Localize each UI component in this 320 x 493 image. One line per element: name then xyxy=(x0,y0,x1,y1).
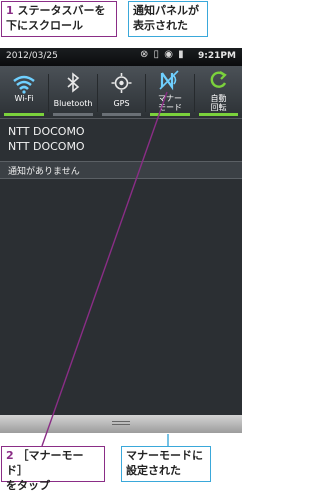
toggle-wifi-label: Wi-Fi xyxy=(14,94,34,103)
toggle-wifi[interactable]: Wi-Fi xyxy=(0,66,48,118)
toggle-bluetooth-label: Bluetooth xyxy=(53,99,93,108)
step2-callout: 2 ［マナーモード］ をタップ xyxy=(1,446,105,492)
silent-mode-icon xyxy=(146,69,194,91)
step2-number: 2 xyxy=(6,449,14,462)
status-date: 2012/03/25 xyxy=(6,51,58,61)
notification-list xyxy=(0,179,242,415)
toggle-auto-rotate-indicator xyxy=(199,113,238,116)
no-notifications-text: 通知がありません xyxy=(8,167,80,177)
step1-text: ステータスバーを 下にスクロール xyxy=(6,4,106,32)
result2-text: マナーモードに 設定された xyxy=(126,449,203,477)
result1-callout: 通知パネルが 表示された xyxy=(128,1,208,37)
toggle-bluetooth[interactable]: Bluetooth xyxy=(49,66,97,118)
toggle-gps[interactable]: GPS xyxy=(98,66,145,118)
toggle-auto-rotate[interactable]: 自動 回転 xyxy=(195,66,242,118)
status-icons: ⊗ ▯ ◉ ▮ xyxy=(140,49,185,60)
result2-callout: マナーモードに 設定された xyxy=(121,446,211,482)
toggle-wifi-indicator xyxy=(4,113,44,116)
step2-text: ［マナーモード］ をタップ xyxy=(6,449,84,492)
step1-callout: 1 ステータスバーを 下にスクロール xyxy=(1,1,117,37)
grip-line-icon xyxy=(112,421,130,422)
status-bar[interactable]: 2012/03/25 ⊗ ▯ ◉ ▮ 9:21PM xyxy=(0,48,242,66)
status-time: 9:21PM xyxy=(198,51,236,61)
panel-drag-handle[interactable] xyxy=(0,415,242,433)
toggle-silent-mode[interactable]: マナー モード xyxy=(146,66,194,118)
quick-toggles: Wi-Fi Bluetooth GPS マナー モード 自動 回転 xyxy=(0,66,242,118)
carrier-info: NTT DOCOMO NTT DOCOMO xyxy=(0,118,242,161)
phone-screen: 2012/03/25 ⊗ ▯ ◉ ▮ 9:21PM Wi-Fi Bluetoot… xyxy=(0,48,242,433)
result1-text: 通知パネルが 表示された xyxy=(133,4,199,32)
carrier-line-1: NTT DOCOMO xyxy=(8,125,85,138)
wifi-icon xyxy=(0,72,48,94)
gps-icon xyxy=(98,72,145,94)
toggle-silent-mode-indicator xyxy=(150,113,190,116)
toggle-bluetooth-indicator xyxy=(53,113,93,116)
notification-header: 通知がありません xyxy=(0,161,242,179)
toggle-gps-label: GPS xyxy=(113,99,130,108)
step1-number: 1 xyxy=(6,4,14,17)
grip-line-icon-2 xyxy=(112,424,130,425)
toggle-auto-rotate-label: 自動 回転 xyxy=(210,94,227,112)
auto-rotate-icon xyxy=(195,69,242,91)
toggle-gps-indicator xyxy=(102,113,141,116)
bluetooth-icon xyxy=(49,72,97,94)
carrier-line-2: NTT DOCOMO xyxy=(8,140,85,153)
toggle-silent-mode-label: マナー モード xyxy=(158,94,182,112)
